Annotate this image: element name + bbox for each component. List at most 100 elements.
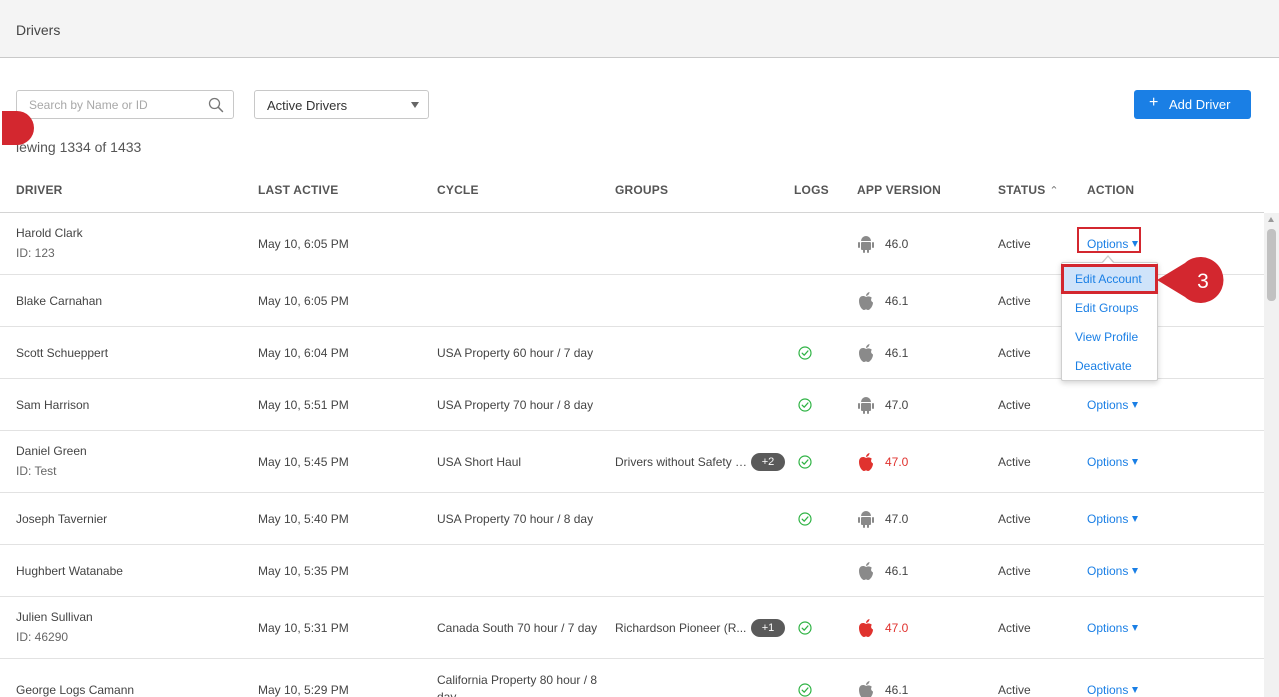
menu-pointer-inner [1102, 257, 1114, 264]
col-status-label: STATUS [998, 183, 1046, 197]
last-active: May 10, 6:05 PM [258, 237, 349, 251]
options-button[interactable]: Options [1087, 683, 1139, 697]
logs-ok-check-icon [798, 455, 812, 469]
android-icon [858, 236, 874, 253]
driver-name: Hughbert Watanabe [16, 564, 123, 578]
status: Active [998, 564, 1031, 578]
apple-icon [859, 292, 873, 310]
groups-more-badge[interactable]: +1 [751, 619, 785, 637]
app-version: 46.0 [885, 237, 909, 251]
options-button[interactable]: Options [1087, 621, 1139, 635]
search-icon[interactable] [208, 97, 224, 113]
app-version: 47.0 [885, 455, 909, 469]
driver-filter-value: Active Drivers [267, 98, 348, 113]
col-driver[interactable]: DRIVER [16, 183, 63, 197]
options-label: Options [1087, 564, 1129, 578]
options-button[interactable]: Options [1087, 512, 1139, 526]
driver-name-cell[interactable]: Harold Clark ID: 123 [16, 226, 83, 260]
logs-ok-check-icon [798, 398, 812, 412]
step-number: 3 [1197, 270, 1209, 293]
driver-name: George Logs Camann [16, 683, 135, 697]
col-app-version[interactable]: APP VERSION [857, 183, 941, 197]
col-status[interactable]: STATUS ⌃ [998, 183, 1059, 197]
driver-name-cell[interactable]: Daniel Green ID: Test [16, 444, 87, 478]
driver-name-cell[interactable]: Scott Schueppert [16, 346, 108, 360]
groups: Drivers without Safety Score [615, 455, 750, 469]
plus-icon: + [1149, 94, 1159, 111]
last-active: May 10, 5:45 PM [258, 455, 349, 469]
driver-id: ID: Test [16, 464, 57, 478]
caret-down-icon [1132, 625, 1139, 631]
options-label: Options [1087, 683, 1129, 697]
table-row: Joseph Tavernier May 10, 5:40 PM USA Prope… [0, 493, 1264, 545]
driver-name-cell[interactable]: Julien Sullivan ID: 46290 [16, 610, 93, 644]
driver-name: Joseph Tavernier [16, 512, 108, 526]
cycle: USA Property 70 hour / 8 day [437, 512, 594, 526]
cycle: USA Property 70 hour / 8 day [437, 398, 594, 412]
search-box[interactable] [16, 90, 234, 119]
driver-filter-select[interactable]: Active Drivers [254, 90, 429, 119]
driver-name: Blake Carnahan [16, 294, 103, 308]
options-button[interactable]: Options [1087, 398, 1139, 412]
menu-item-edit-groups[interactable]: Edit Groups [1063, 294, 1157, 322]
options-button[interactable]: Options [1087, 564, 1139, 578]
add-driver-button[interactable]: + Add Driver [1134, 90, 1251, 119]
scroll-up-arrow-icon[interactable] [1268, 217, 1274, 222]
table-row: Julien Sullivan ID: 46290 May 10, 5:31 PM C… [0, 597, 1264, 659]
status: Active [998, 398, 1031, 412]
scrollbar-thumb[interactable] [1267, 229, 1276, 301]
col-action: ACTION [1087, 183, 1135, 197]
last-active: May 10, 5:35 PM [258, 564, 349, 578]
caret-down-icon [1132, 568, 1139, 574]
driver-name-cell[interactable]: Hughbert Watanabe [16, 564, 123, 578]
col-groups[interactable]: GROUPS [615, 183, 668, 197]
options-button[interactable]: Options [1087, 455, 1139, 469]
options-label: Options [1087, 455, 1129, 469]
last-active: May 10, 5:40 PM [258, 512, 349, 526]
app-version: 46.1 [885, 294, 909, 308]
driver-id: ID: 123 [16, 246, 55, 260]
last-active: May 10, 5:29 PM [258, 683, 349, 697]
caret-down-icon [1132, 459, 1139, 465]
col-last-active[interactable]: LAST ACTIVE [258, 183, 338, 197]
page-header: Drivers [0, 0, 1279, 58]
menu-item-view-profile[interactable]: View Profile [1063, 323, 1157, 351]
options-label: Options [1087, 512, 1129, 526]
app-version: 47.0 [885, 621, 909, 635]
driver-name: Harold Clark [16, 226, 83, 240]
col-cycle[interactable]: CYCLE [437, 183, 479, 197]
annotation-highlight-edit-account [1061, 264, 1158, 294]
driver-name-cell[interactable]: Blake Carnahan [16, 294, 102, 308]
apple-icon [859, 681, 873, 697]
last-active: May 10, 6:05 PM [258, 294, 349, 308]
logs-ok-check-icon [798, 346, 812, 360]
driver-name-cell[interactable]: Sam Harrison [16, 398, 89, 412]
options-label: Options [1087, 621, 1129, 635]
android-icon [858, 511, 874, 528]
driver-name: Julien Sullivan [16, 610, 93, 624]
logs-ok-check-icon [798, 512, 812, 526]
last-active: May 10, 6:04 PM [258, 346, 349, 360]
logs-ok-check-icon [798, 621, 812, 635]
viewing-count: iewing 1334 of 1433 [16, 139, 142, 155]
apple-icon [859, 344, 873, 362]
driver-id: ID: 46290 [16, 630, 69, 644]
table-row: Daniel Green ID: Test May 10, 5:45 PM USA S… [0, 431, 1264, 493]
app-version: 47.0 [885, 512, 909, 526]
android-icon [858, 397, 874, 414]
driver-name: Daniel Green [16, 444, 87, 458]
groups-more-badge[interactable]: +2 [751, 453, 785, 471]
driver-name: Scott Schueppert [16, 346, 109, 360]
table-header: DRIVER LAST ACTIVE CYCLE GROUPS LOGS APP… [0, 171, 1264, 213]
groups: Richardson Pioneer (R... [615, 621, 747, 635]
status: Active [998, 237, 1031, 251]
search-input[interactable] [29, 91, 209, 118]
driver-name-cell[interactable]: George Logs Camann [16, 683, 134, 697]
cycle: USA Short Haul [437, 455, 522, 469]
menu-item-deactivate[interactable]: Deactivate [1063, 352, 1157, 380]
driver-name-cell[interactable]: Joseph Tavernier [16, 512, 107, 526]
col-logs[interactable]: LOGS [794, 183, 829, 197]
app-version: 46.1 [885, 564, 909, 578]
cycle: California Property 80 hour / 8 day [437, 673, 598, 697]
app-version: 47.0 [885, 398, 909, 412]
